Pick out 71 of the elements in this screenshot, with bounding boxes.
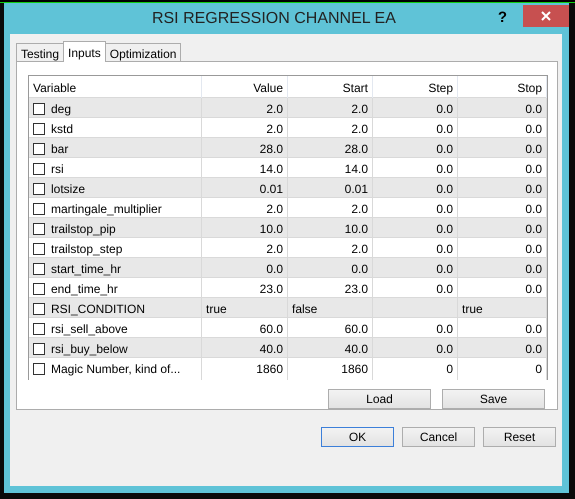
variable-name: start_time_hr (51, 261, 122, 278)
checkbox[interactable] (33, 183, 45, 195)
table-cell: 2.0 (202, 98, 288, 120)
checkbox[interactable] (33, 243, 45, 255)
dialog-button[interactable]: Cancel (402, 427, 475, 447)
table-cell: 28.0 (288, 138, 373, 160)
table-cell: 0.0 (458, 258, 547, 280)
checkbox[interactable] (33, 123, 45, 135)
variable-name: end_time_hr (51, 281, 118, 298)
checkbox[interactable] (33, 203, 45, 215)
table-cell: 0.01 (288, 178, 373, 200)
table-cell: 0.0 (458, 218, 547, 240)
close-icon (541, 10, 551, 20)
table-cell: 1860 (202, 358, 288, 380)
table-cell: 0.0 (288, 258, 373, 280)
checkbox[interactable] (33, 263, 45, 275)
checkbox[interactable] (33, 323, 45, 335)
table-cell: 0.0 (458, 98, 547, 120)
table-cell: 1860 (288, 358, 373, 380)
table-cell: 0.0 (458, 338, 547, 360)
table-cell: 0.0 (373, 138, 458, 160)
table-cell: 0.0 (373, 338, 458, 360)
checkbox[interactable] (33, 283, 45, 295)
table-cell: 40.0 (288, 338, 373, 360)
variable-name: kstd (51, 121, 74, 138)
variable-name: bar (51, 141, 68, 158)
table-cell: 0.0 (458, 138, 547, 160)
checkbox[interactable] (33, 223, 45, 235)
checkbox[interactable] (33, 143, 45, 155)
tab[interactable]: Testing (16, 43, 64, 62)
variable-name: rsi (51, 161, 64, 178)
help-button[interactable]: ? (498, 7, 507, 30)
variable-name: trailstop_step (51, 241, 122, 258)
dialog-button[interactable]: OK (321, 427, 394, 447)
variable-name: rsi_sell_above (51, 321, 128, 338)
variable-name: deg (51, 101, 72, 118)
table-cell: 10.0 (288, 218, 373, 240)
table-cell: 2.0 (288, 98, 373, 120)
tab[interactable]: Optimization (104, 43, 182, 62)
panel-button[interactable]: Save (442, 389, 545, 409)
variable-name: Magic Number, kind of... (51, 361, 180, 378)
table-cell: false (288, 298, 373, 320)
table-cell: 0 (373, 358, 458, 380)
checkbox[interactable] (33, 343, 45, 355)
variable-name: lotsize (51, 181, 86, 198)
panel-button[interactable]: Load (328, 389, 431, 409)
table-cell: 0.0 (373, 178, 458, 200)
table-cell: 0.0 (373, 258, 458, 280)
tab[interactable]: Inputs (63, 41, 106, 62)
checkbox[interactable] (33, 163, 45, 175)
variable-name: RSI_CONDITION (51, 301, 146, 318)
variable-name: rsi_buy_below (51, 341, 128, 358)
table-cell: 0.0 (373, 98, 458, 120)
table-cell: 0.0 (373, 218, 458, 240)
close-button[interactable] (523, 4, 569, 26)
dialog-button[interactable]: Reset (483, 427, 556, 447)
checkbox[interactable] (33, 363, 45, 375)
table-cell: 40.0 (202, 338, 288, 360)
variable-name: trailstop_pip (51, 221, 116, 238)
variable-name: martingale_multiplier (51, 201, 162, 218)
table-cell: true (458, 298, 547, 320)
checkbox[interactable] (33, 303, 45, 315)
table-cell: 0.01 (202, 178, 288, 200)
table-cell: 0.0 (458, 178, 547, 200)
window-title: RSI REGRESSION CHANNEL EA (150, 8, 397, 28)
table-cell: 28.0 (202, 138, 288, 160)
table-cell: 0.0 (202, 258, 288, 280)
table-cell: 0 (458, 358, 547, 380)
table-cell: 10.0 (202, 218, 288, 240)
checkbox[interactable] (33, 103, 45, 115)
table-cell: true (202, 298, 288, 320)
